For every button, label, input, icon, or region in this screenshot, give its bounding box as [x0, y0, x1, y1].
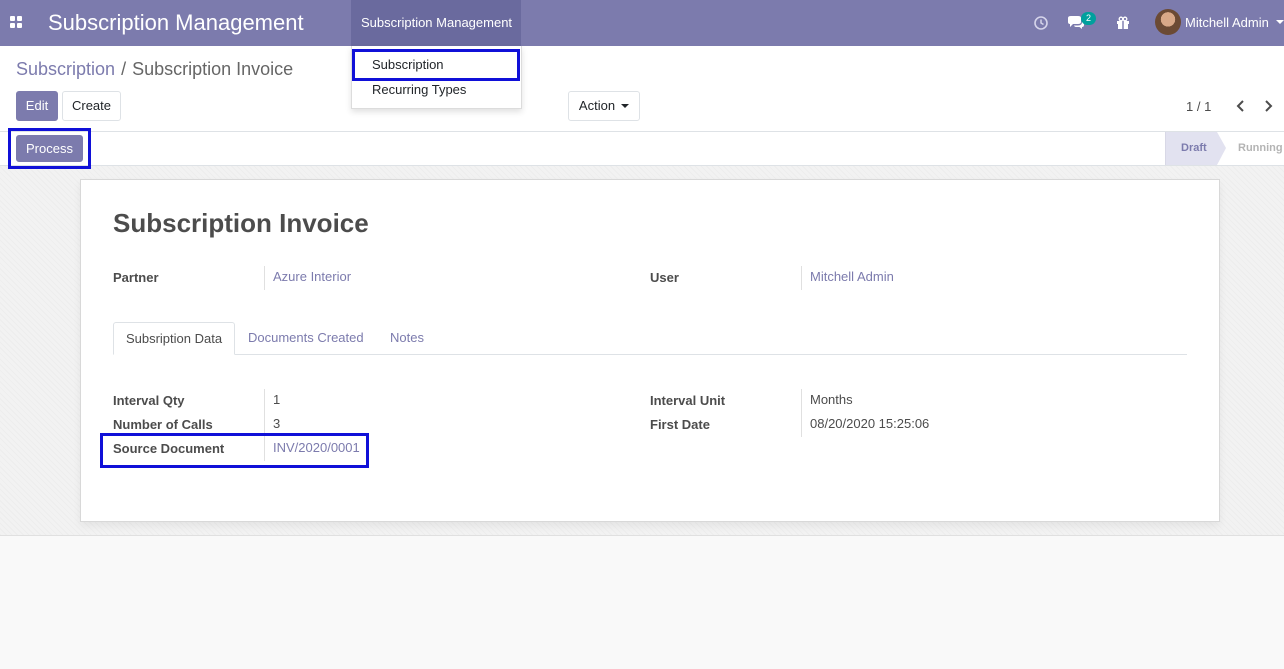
number-of-calls-value: 3: [264, 413, 280, 437]
action-label: Action: [578, 98, 616, 113]
number-of-calls-label: Number of Calls: [113, 417, 213, 432]
breadcrumb-separator: /: [121, 59, 127, 79]
first-date-label: First Date: [650, 417, 710, 432]
source-document-link[interactable]: INV/2020/0001: [264, 437, 360, 461]
interval-qty-label: Interval Qty: [113, 393, 185, 408]
menu-subscription-management[interactable]: Subscription Management: [351, 0, 521, 46]
apps-grid-icon[interactable]: [10, 16, 22, 28]
pager-value[interactable]: 1 / 1: [1186, 99, 1211, 114]
breadcrumb: Subscription / Subscription Invoice: [16, 59, 293, 80]
tab-documents-created[interactable]: Documents Created: [248, 322, 364, 355]
form-title: Subscription Invoice: [113, 208, 369, 238]
status-stage-arrow: [1217, 132, 1226, 165]
dropdown-item-recurring-types[interactable]: Recurring Types: [352, 78, 521, 102]
dropdown-item-subscription[interactable]: Subscription: [352, 53, 521, 77]
chat-count-badge: 2: [1081, 12, 1096, 25]
gift-icon[interactable]: [1113, 13, 1133, 33]
interval-unit-value: Months: [801, 389, 853, 413]
user-label: User: [650, 270, 679, 285]
pager-previous-icon[interactable]: [1234, 99, 1248, 113]
tab-notes[interactable]: Notes: [390, 322, 424, 355]
pager-next-icon[interactable]: [1261, 99, 1275, 113]
action-caret-icon: [621, 104, 630, 108]
control-panel: Subscription / Subscription Invoice Edit C…: [0, 46, 1284, 132]
first-date-value: 08/20/2020 15:25:06: [801, 413, 929, 437]
top-navbar: Subscription Management Subscription Man…: [0, 0, 1284, 46]
user-value-link[interactable]: Mitchell Admin: [801, 266, 894, 290]
action-dropdown-button[interactable]: Action: [568, 91, 640, 121]
clock-activity-icon[interactable]: [1031, 13, 1051, 33]
process-button[interactable]: Process: [16, 135, 83, 162]
breadcrumb-current: Subscription Invoice: [132, 59, 294, 79]
user-avatar[interactable]: [1155, 9, 1181, 35]
partner-value-link[interactable]: Azure Interior: [264, 266, 351, 290]
user-menu-caret-icon[interactable]: [1276, 20, 1284, 24]
breadcrumb-parent-link[interactable]: Subscription: [16, 59, 115, 79]
status-stage-draft: Draft: [1165, 132, 1217, 165]
app-brand-title: Subscription Management: [48, 10, 304, 35]
user-menu-name[interactable]: Mitchell Admin: [1185, 15, 1269, 30]
tab-subscription-data[interactable]: Subsription Data: [113, 322, 235, 355]
status-stage-running[interactable]: Running: [1238, 132, 1283, 165]
interval-unit-label: Interval Unit: [650, 393, 726, 408]
interval-qty-value: 1: [264, 389, 280, 413]
form-statusbar: Process Draft Running: [0, 132, 1284, 166]
partner-label: Partner: [113, 270, 159, 285]
subscription-management-dropdown: Subscription Recurring Types: [351, 46, 522, 109]
create-button[interactable]: Create: [62, 91, 121, 121]
source-document-label: Source Document: [113, 441, 225, 456]
edit-button[interactable]: Edit: [16, 91, 58, 121]
form-sheet: Subscription Invoice Partner Azure Inter…: [80, 179, 1220, 522]
menu-label: Subscription Management: [361, 15, 513, 30]
